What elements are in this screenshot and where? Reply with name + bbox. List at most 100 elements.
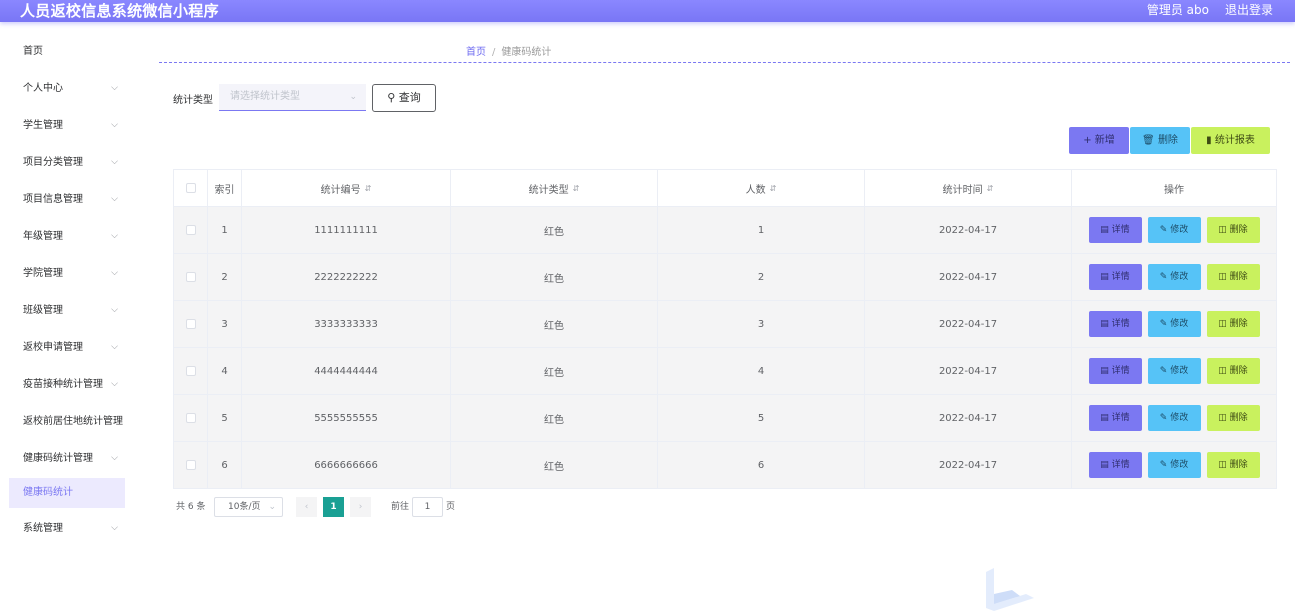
cell-number: 5555555555 [242, 395, 451, 441]
sort-icon[interactable]: ⇵ [987, 184, 994, 193]
row-checkbox[interactable] [185, 272, 196, 282]
header-number[interactable]: 统计编号 ⇵ [242, 170, 451, 206]
prev-page-button[interactable]: ‹ [296, 497, 317, 517]
sidebar-item-11[interactable]: 健康码统计管理 ⌵ [0, 440, 130, 477]
breadcrumb-separator: / [492, 47, 496, 58]
sidebar-item-5[interactable]: 年级管理 ⌵ [0, 218, 130, 255]
page-number-current[interactable]: 1 [323, 497, 344, 517]
sidebar-item-3[interactable]: 项目分类管理 ⌵ [0, 144, 130, 181]
edit-button[interactable]: ✎ 修改 [1147, 405, 1201, 431]
detail-button[interactable]: ▤ 详情 [1088, 311, 1142, 337]
goto-page-input[interactable]: 1 [412, 497, 443, 517]
header-time[interactable]: 统计时间 ⇵ [865, 170, 1072, 206]
header-actions-col: 操作 [1164, 184, 1184, 196]
edit-icon: ✎ [1159, 413, 1171, 423]
batch-delete-button[interactable]: 🗑 删除 [1130, 127, 1190, 154]
query-button[interactable]: ⚲ 查询 [372, 84, 436, 112]
row-check-cell [174, 207, 208, 253]
select-all-cell [174, 170, 208, 206]
breadcrumb-home[interactable]: 首页 [466, 47, 486, 58]
delete-button[interactable]: ◫ 删除 [1206, 264, 1260, 290]
sidebar-item-8[interactable]: 返校申请管理 ⌵ [0, 329, 130, 366]
row-checkbox[interactable] [185, 225, 196, 235]
detail-button-label: 详情 [1111, 460, 1130, 470]
detail-button[interactable]: ▤ 详情 [1088, 452, 1142, 478]
logout-link[interactable]: 退出登录 [1225, 2, 1273, 19]
chevron-down-icon: ⌵ [111, 120, 118, 130]
sidebar-item-6[interactable]: 学院管理 ⌵ [0, 255, 130, 292]
chevron-down-icon: ⌄ [349, 92, 357, 102]
sidebar-item-12[interactable]: 健康码统计 [9, 478, 125, 508]
delete-button[interactable]: ◫ 删除 [1206, 358, 1260, 384]
detail-button[interactable]: ▤ 详情 [1088, 358, 1142, 384]
cell-time: 2022-04-17 [865, 442, 1072, 488]
table-row: 4 4444444444 红色 4 2022-04-17 ▤ 详情 ✎ 修改 ◫ 删除 [174, 348, 1276, 395]
document-icon: ▤ [1100, 225, 1112, 235]
header-divider [159, 62, 1290, 63]
delete-button[interactable]: ◫ 删除 [1206, 452, 1260, 478]
edit-button[interactable]: ✎ 修改 [1147, 264, 1201, 290]
cell-count: 6 [658, 442, 865, 488]
admin-user-label[interactable]: 管理员 abo [1147, 2, 1209, 19]
row-checkbox[interactable] [185, 413, 196, 423]
edit-icon: ✎ [1159, 225, 1171, 235]
detail-button[interactable]: ▤ 详情 [1088, 264, 1142, 290]
cell-actions: ▤ 详情 ✎ 修改 ◫ 删除 [1072, 207, 1276, 253]
sidebar-item-10[interactable]: 返校前居住地统计管理 [0, 403, 130, 440]
plus-icon: + [1083, 135, 1092, 146]
delete-button-label: 删除 [1229, 460, 1248, 470]
edit-button[interactable]: ✎ 修改 [1147, 217, 1201, 243]
detail-button-label: 详情 [1111, 272, 1130, 282]
edit-button[interactable]: ✎ 修改 [1147, 358, 1201, 384]
detail-button[interactable]: ▤ 详情 [1088, 217, 1142, 243]
sidebar-item-label: 系统管理 [23, 523, 63, 534]
edit-button[interactable]: ✎ 修改 [1147, 311, 1201, 337]
chevron-right-icon: › [358, 502, 363, 512]
sidebar-item-0[interactable]: 首页 [0, 33, 130, 70]
header-type[interactable]: 统计类型 ⇵ [451, 170, 658, 206]
sidebar-item-7[interactable]: 班级管理 ⌵ [0, 292, 130, 329]
cell-count: 4 [658, 348, 865, 394]
sort-icon[interactable]: ⇵ [770, 184, 777, 193]
trash-icon: ◫ [1218, 272, 1230, 282]
table-row: 1 1111111111 红色 1 2022-04-17 ▤ 详情 ✎ 修改 ◫ 删除 [174, 207, 1276, 254]
document-icon: ▤ [1100, 460, 1112, 470]
sort-icon[interactable]: ⇵ [365, 184, 372, 193]
row-checkbox[interactable] [185, 319, 196, 329]
cell-index: 2 [208, 254, 242, 300]
add-button[interactable]: + 新增 [1069, 127, 1129, 154]
delete-button[interactable]: ◫ 删除 [1206, 405, 1260, 431]
sidebar-item-9[interactable]: 疫苗接种统计管理 ⌵ [0, 366, 130, 403]
header-count[interactable]: 人数 ⇵ [658, 170, 865, 206]
row-checkbox[interactable] [185, 460, 196, 470]
delete-button-label: 删除 [1229, 225, 1248, 235]
edit-button-label: 修改 [1170, 272, 1189, 282]
sidebar-item-label: 年级管理 [23, 231, 63, 242]
page-size-select[interactable]: 10条/页 ⌄ [214, 497, 283, 517]
row-check-cell [174, 254, 208, 300]
delete-button[interactable]: ◫ 删除 [1206, 217, 1260, 243]
next-page-button[interactable]: › [350, 497, 371, 517]
sidebar-item-4[interactable]: 项目信息管理 ⌵ [0, 181, 130, 218]
chevron-down-icon: ⌵ [111, 453, 118, 463]
row-checkbox[interactable] [185, 366, 196, 376]
trash-icon: ◫ [1218, 413, 1230, 423]
report-button[interactable]: ▮ 统计报表 [1191, 127, 1270, 154]
detail-button[interactable]: ▤ 详情 [1088, 405, 1142, 431]
header-count-label: 人数 [745, 184, 766, 196]
sort-icon[interactable]: ⇵ [573, 184, 580, 193]
header-time-label: 统计时间 [942, 184, 983, 196]
cell-type: 红色 [451, 254, 658, 300]
search-icon: ⚲ [387, 91, 396, 104]
sidebar-item-label: 班级管理 [23, 305, 63, 316]
breadcrumb: 首页 / 健康码统计 [466, 43, 551, 58]
cell-type: 红色 [451, 442, 658, 488]
edit-icon: ✎ [1159, 366, 1171, 376]
sidebar-item-2[interactable]: 学生管理 ⌵ [0, 107, 130, 144]
select-all-checkbox[interactable] [185, 183, 196, 193]
sidebar-item-13[interactable]: 系统管理 ⌵ [0, 510, 130, 547]
delete-button[interactable]: ◫ 删除 [1206, 311, 1260, 337]
sidebar-item-1[interactable]: 个人中心 ⌵ [0, 70, 130, 107]
stat-type-select[interactable]: 请选择统计类型 ⌄ [219, 84, 366, 111]
edit-button[interactable]: ✎ 修改 [1147, 452, 1201, 478]
